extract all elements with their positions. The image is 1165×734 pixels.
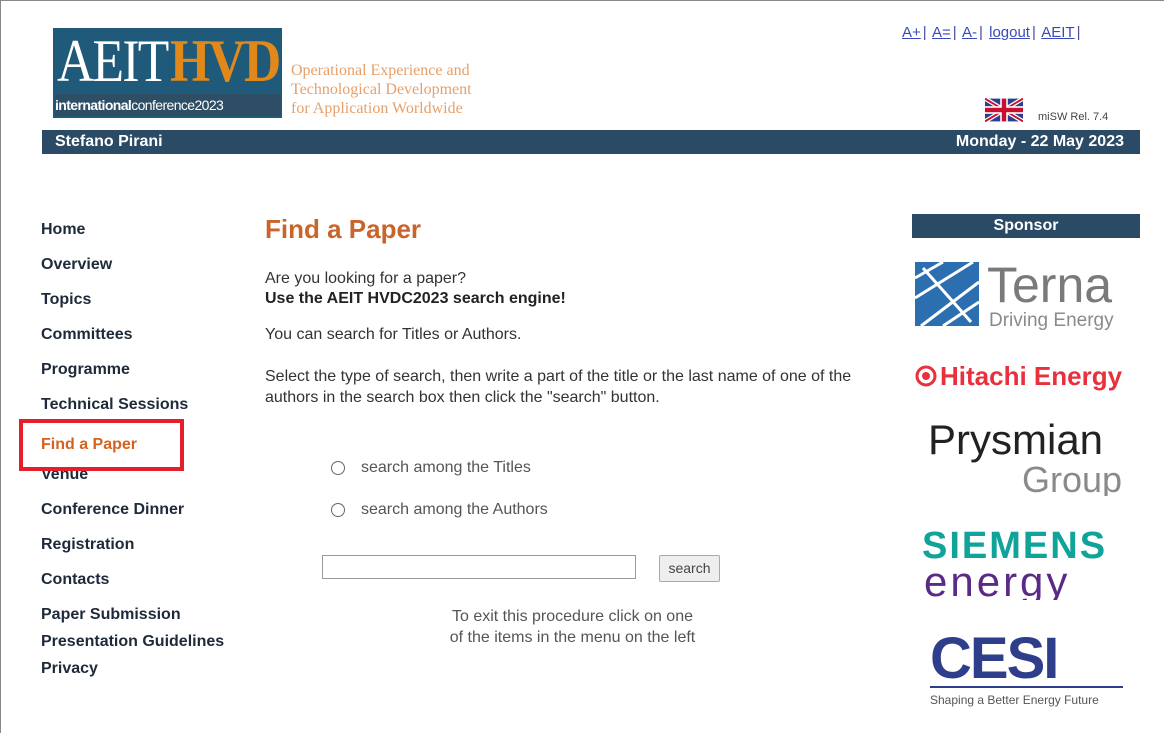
font-decrease-link[interactable]: A- bbox=[962, 24, 977, 41]
release-label: miSW Rel. 7.4 bbox=[1038, 111, 1109, 123]
radio-button-titles[interactable] bbox=[331, 460, 345, 475]
radio-search-authors[interactable]: search among the Authors bbox=[331, 501, 548, 519]
svg-text:Terna: Terna bbox=[987, 258, 1112, 313]
logo-aeit-text: AEIT bbox=[57, 28, 169, 94]
radio-button-authors[interactable] bbox=[331, 502, 345, 517]
nav-item-committees[interactable]: Committees bbox=[41, 325, 241, 345]
active-item-highlight-box[interactable]: Find a Paper bbox=[19, 419, 184, 471]
page-title: Find a Paper bbox=[265, 214, 422, 244]
nav-item-technical-sessions[interactable]: Technical Sessions bbox=[41, 395, 241, 415]
main-content: Find a Paper Are you looking for a paper… bbox=[265, 214, 885, 408]
search-button[interactable]: search bbox=[659, 555, 720, 582]
nav-item-presentation-guidelines[interactable]: Presentation Guidelines bbox=[41, 631, 241, 653]
svg-text:CESI: CESI bbox=[930, 626, 1057, 691]
svg-text:Hitachi Energy: Hitachi Energy bbox=[940, 361, 1123, 391]
aeit-hvdc-logo[interactable]: AEIT HVDC internationalconference2023 bbox=[53, 28, 282, 118]
nav-item-overview[interactable]: Overview bbox=[41, 255, 241, 275]
user-name: Stefano Pirani bbox=[55, 133, 163, 150]
cesi-logo[interactable]: CESI Shaping a Better Energy Future bbox=[928, 624, 1123, 710]
exit-instructions: To exit this procedure click on one of th… bbox=[449, 608, 696, 646]
radio-search-titles[interactable]: search among the Titles bbox=[331, 459, 531, 477]
intro-text: Are you looking for a paper? Use the AEI… bbox=[265, 270, 566, 307]
logo-hvdc-text: HVDC bbox=[170, 28, 282, 94]
nav-item-home[interactable]: Home bbox=[41, 220, 241, 240]
nav-item-programme[interactable]: Programme bbox=[41, 360, 241, 380]
svg-text:Group: Group bbox=[1022, 459, 1122, 496]
sponsor-heading: Sponsor bbox=[912, 214, 1140, 238]
nav-item-privacy[interactable]: Privacy bbox=[41, 659, 241, 679]
search-info-text: You can search for Titles or Authors. bbox=[265, 326, 522, 343]
font-reset-link[interactable]: A= bbox=[932, 24, 951, 41]
aeit-link[interactable]: AEIT bbox=[1041, 24, 1074, 41]
font-increase-link[interactable]: A+ bbox=[902, 24, 921, 41]
conference-tagline: Operational Experience and Technological… bbox=[291, 62, 472, 117]
logout-link[interactable]: logout bbox=[989, 24, 1030, 41]
svg-text:Prysmian: Prysmian bbox=[928, 418, 1103, 463]
highlighted-item-label: Find a Paper bbox=[41, 436, 138, 453]
top-links: A+ | A= | A- | logout | AEIT | bbox=[902, 24, 1081, 41]
svg-text:Shaping a Better Energy Future: Shaping a Better Energy Future bbox=[930, 693, 1099, 707]
nav-item-topics[interactable]: Topics bbox=[41, 290, 241, 310]
terna-mark-icon bbox=[914, 260, 980, 328]
nav-item-paper-submission[interactable]: Paper Submission bbox=[41, 605, 241, 625]
hitachi-energy-logo[interactable]: Hitachi Energy bbox=[914, 358, 1138, 394]
nav-item-registration[interactable]: Registration bbox=[41, 535, 241, 555]
current-date: Monday - 22 May 2023 bbox=[955, 133, 1124, 150]
nav-item-conference-dinner[interactable]: Conference Dinner bbox=[41, 500, 241, 520]
svg-text:energy: energy bbox=[924, 558, 1070, 600]
search-input[interactable] bbox=[322, 555, 636, 579]
nav-item-contacts[interactable]: Contacts bbox=[41, 570, 241, 590]
user-bar: Stefano Pirani Monday - 22 May 2023 bbox=[42, 130, 1140, 154]
prysmian-logo[interactable]: Prysmian Group bbox=[926, 418, 1126, 496]
terna-logo[interactable]: Terna Driving Energy bbox=[913, 258, 1138, 332]
logo-subline: internationalconference2023 bbox=[55, 94, 281, 116]
siemens-energy-logo[interactable]: SIEMENS energy bbox=[920, 526, 1132, 600]
instructions-text: Select the type of search, then write a … bbox=[265, 368, 852, 406]
svg-text:Driving Energy: Driving Energy bbox=[989, 310, 1114, 331]
uk-flag-icon[interactable] bbox=[985, 98, 1023, 122]
